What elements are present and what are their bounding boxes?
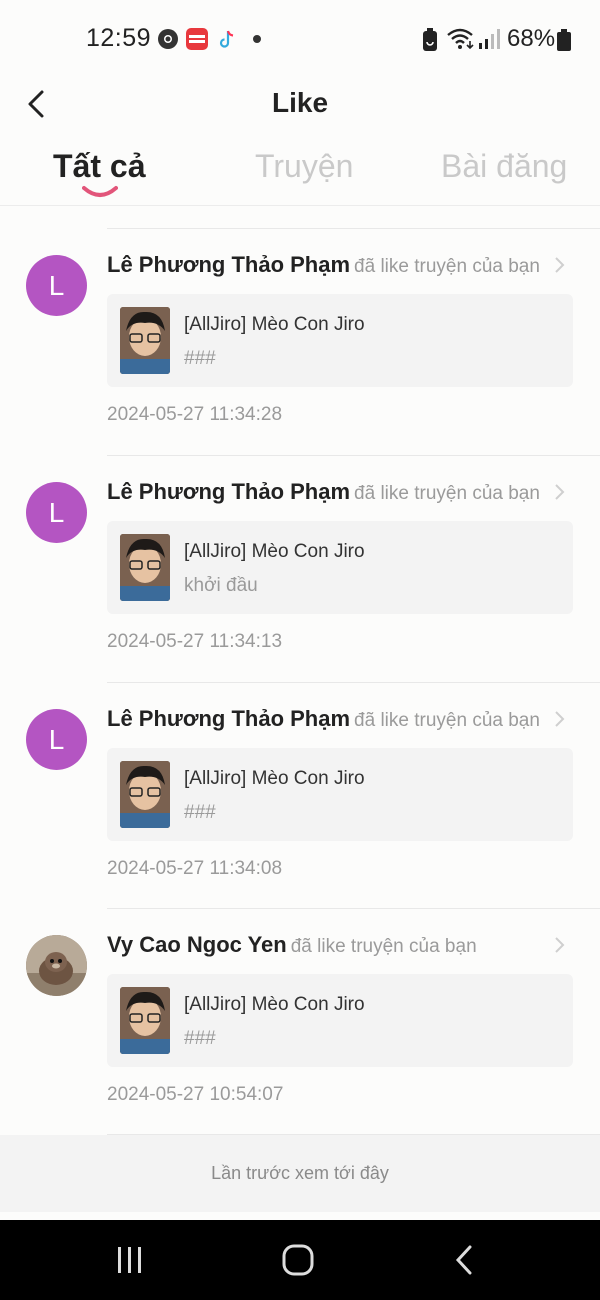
notification-text: Vy Cao Ngoc Yen đã like truyện của bạn xyxy=(107,932,477,958)
action-text: đã like truyện của bạn xyxy=(354,710,540,731)
story-card[interactable]: [AllJiro] Mèo Con Jiro ### xyxy=(107,748,573,841)
page-title: Like xyxy=(271,87,329,118)
user-name[interactable]: Lê Phương Thảo Phạm xyxy=(107,252,350,277)
notification-text: Lê Phương Thảo Phạm đã like truyện của bạ… xyxy=(107,252,540,278)
timestamp: 2024-05-27 11:34:13 xyxy=(107,631,283,652)
story-cover-image xyxy=(120,987,170,1054)
story-card[interactable]: [AllJiro] Mèo Con Jiro khởi đầu xyxy=(107,521,573,614)
home-button[interactable] xyxy=(276,1240,320,1280)
avatar[interactable]: L xyxy=(26,482,87,543)
status-time: 12:59 xyxy=(86,24,152,52)
tiktok-icon xyxy=(216,28,238,50)
action-text: đã like truyện của bạn xyxy=(354,483,540,504)
story-title: [AllJiro] Mèo Con Jiro xyxy=(184,541,365,562)
story-cover-image xyxy=(120,761,170,828)
wifi-icon xyxy=(446,28,476,55)
story-card[interactable]: [AllJiro] Mèo Con Jiro ### xyxy=(107,294,573,387)
battery-percent: 68% xyxy=(507,25,556,52)
avatar[interactable]: L xyxy=(26,709,87,770)
header: Like xyxy=(0,78,600,128)
avatar[interactable] xyxy=(26,935,87,996)
user-name[interactable]: Vy Cao Ngoc Yen xyxy=(107,932,287,957)
list-item[interactable]: L Lê Phương Thảo Phạm đã like truyện của … xyxy=(0,682,600,909)
tab-posts[interactable]: Bài đăng xyxy=(441,148,567,185)
tab-stories[interactable]: Truyện xyxy=(255,148,353,185)
list-item[interactable]: L Lê Phương Thảo Phạm đã like truyện của … xyxy=(0,228,600,455)
timestamp: 2024-05-27 11:34:08 xyxy=(107,858,283,879)
battery-icon xyxy=(557,29,571,56)
user-name[interactable]: Lê Phương Thảo Phạm xyxy=(107,706,350,731)
story-cover-image xyxy=(120,307,170,374)
chapter-name: ### xyxy=(184,348,216,369)
chapter-name: ### xyxy=(184,802,216,823)
story-title: [AllJiro] Mèo Con Jiro xyxy=(184,768,365,789)
chevron-right-icon[interactable] xyxy=(552,935,566,955)
recent-apps-icon xyxy=(118,1247,141,1273)
action-text: đã like truyện của bạn xyxy=(290,936,477,957)
signal-icon xyxy=(478,29,500,54)
chrome-icon xyxy=(157,28,179,50)
notification-dot xyxy=(253,35,261,43)
last-seen-banner: Lần trước xem tới đây xyxy=(0,1135,600,1212)
timestamp: 2024-05-27 11:34:28 xyxy=(107,404,283,425)
recent-apps-button[interactable] xyxy=(108,1240,152,1280)
avatar[interactable]: L xyxy=(26,255,87,316)
active-tab-indicator xyxy=(82,186,118,197)
user-name[interactable]: Lê Phương Thảo Phạm xyxy=(107,479,350,504)
chevron-right-icon[interactable] xyxy=(552,255,566,275)
chevron-right-icon[interactable] xyxy=(552,482,566,502)
list-item[interactable]: Vy Cao Ngoc Yen đã like truyện của bạn [A… xyxy=(0,908,600,1135)
tab-all[interactable]: Tất cả xyxy=(53,148,145,185)
notification-text: Lê Phương Thảo Phạm đã like truyện của bạ… xyxy=(107,479,540,505)
back-chevron-icon xyxy=(455,1245,472,1275)
notification-text: Lê Phương Thảo Phạm đã like truyện của bạ… xyxy=(107,706,540,732)
story-title: [AllJiro] Mèo Con Jiro xyxy=(184,314,365,335)
story-cover-image xyxy=(120,534,170,601)
system-back-button[interactable] xyxy=(444,1240,488,1280)
story-card[interactable]: [AllJiro] Mèo Con Jiro ### xyxy=(107,974,573,1067)
list-item[interactable]: L Lê Phương Thảo Phạm đã like truyện của … xyxy=(0,455,600,682)
chapter-name: ### xyxy=(184,1028,216,1049)
mangatoon-icon xyxy=(186,28,208,50)
system-nav-bar xyxy=(0,1220,600,1300)
chapter-name: khởi đầu xyxy=(184,575,258,596)
tab-bar: Tất cả Truyện Bài đăng xyxy=(0,140,600,206)
timestamp: 2024-05-27 10:54:07 xyxy=(107,1084,284,1105)
home-icon xyxy=(282,1244,314,1276)
story-title: [AllJiro] Mèo Con Jiro xyxy=(184,994,365,1015)
battery-saver-icon xyxy=(422,28,438,57)
status-bar: 12:59 68% xyxy=(0,0,600,78)
action-text: đã like truyện của bạn xyxy=(354,256,540,277)
chevron-right-icon[interactable] xyxy=(552,709,566,729)
